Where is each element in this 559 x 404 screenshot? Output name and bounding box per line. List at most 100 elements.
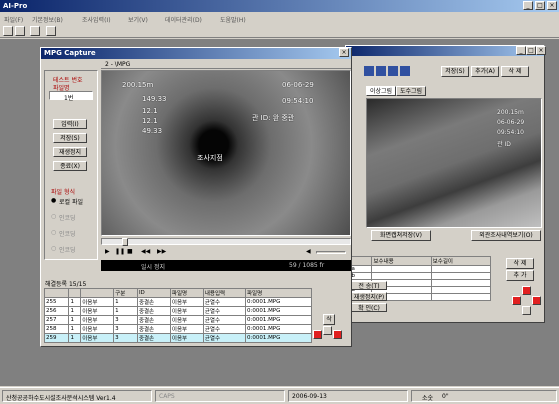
arrow-down-icon[interactable] [522, 306, 531, 315]
menu-file[interactable]: 파일(F) [4, 15, 23, 24]
capture-title-bar: MPG Capture [41, 48, 351, 59]
inspection-max-button[interactable]: □ [526, 46, 536, 55]
close-button[interactable]: × [547, 1, 557, 10]
tab-diagram[interactable]: 도수그림 [396, 86, 426, 96]
capture-window: MPG Capture × 2 - \MPG 테스트 번호 파일명 1번 입력(… [40, 47, 352, 347]
table-row[interactable]: 257 1 이음부 3 중결손 이음부 균열수 0:0001.MPG [43, 315, 313, 325]
arrow-up-icon[interactable] [323, 326, 332, 335]
side-add-button[interactable]: 추 가 [506, 270, 534, 281]
seek-thumb[interactable] [122, 238, 128, 246]
file-tab[interactable]: 2 - \MPG [105, 61, 130, 68]
table-row[interactable]: 1b [345, 272, 492, 280]
play-stop-capture-button[interactable]: 재생정지 [53, 147, 87, 157]
exit-button[interactable]: 종료(X) [53, 161, 87, 171]
save-capture-button[interactable]: 저장(S) [53, 133, 87, 143]
rewind-icon[interactable]: ◀◀ [141, 248, 150, 255]
stop-icon[interactable]: ■ [127, 248, 133, 255]
overlay-center-label: 조사지점 [197, 154, 223, 162]
table-row[interactable]: 259 1 이음부 3 중결손 이음부 균열수 0:0001.MPG [43, 333, 313, 343]
capture-close-button[interactable]: × [339, 48, 349, 57]
table-row[interactable]: 258 1 이음부 3 중결손 이음부 균열수 0:0001.MPG [43, 324, 313, 334]
arrow-left-icon[interactable] [313, 330, 322, 339]
table-row[interactable]: 1a [345, 265, 492, 273]
arrow-right-icon[interactable] [532, 296, 541, 305]
table-row[interactable]: 256 1 이음부 1 중결손 이음부 균열수 0:0001.MPG [43, 306, 313, 316]
overlay-date: 06-06-29 [282, 81, 314, 89]
radio-icon: ○ [51, 229, 57, 236]
overlay-line2: 12.1 [142, 107, 158, 115]
status-zoom-value: 0" [442, 393, 449, 400]
seek-slider[interactable] [101, 238, 351, 246]
direction-pad[interactable] [512, 286, 542, 316]
volume-icon[interactable]: ◀ [306, 248, 311, 255]
table-header: 파일명 [169, 288, 204, 298]
capture-list-table[interactable]: 구분 ID 파일명 내용입력 파일명 255 1 이음부 1 중결손 이음부 균열수 0:00… [43, 288, 313, 343]
arrow-left-icon[interactable] [512, 296, 521, 305]
nav-next-icon[interactable] [388, 66, 398, 76]
status-bar: 산청공공하수도시설조사분석시스템 Ver1.4 CAPS 2006-09-13 … [0, 387, 559, 404]
side-delete-button[interactable]: 삭 제 [506, 258, 534, 269]
send-button[interactable]: 전 송(T) [351, 281, 387, 290]
video-status-bar: 일시 정지 59 / 1085 fr [101, 260, 351, 271]
confirm-button[interactable]: 확 인(C) [351, 303, 387, 312]
table-header: 내용입력 [202, 288, 246, 298]
add-button[interactable]: 추가(A) [471, 66, 499, 77]
file-tab-strip: 2 - \MPG [101, 61, 351, 69]
pause-icon[interactable]: ❚❚ [115, 248, 125, 255]
settings-icon[interactable] [46, 26, 56, 36]
status-zoom-panel: 소숫 0" [411, 390, 557, 402]
nav-last-icon[interactable] [400, 66, 410, 76]
menu-data[interactable]: 데이터관리(D) [165, 15, 202, 24]
list-title: 해결등록 15/15 [45, 281, 87, 288]
menu-info[interactable]: 기본정보(B) [32, 15, 63, 24]
list-delete-button[interactable]: 삭 [323, 314, 335, 325]
capture-left-panel: 테스트 번호 파일명 1번 입력(I) 저장(S) 재생정지 종료(X) 파일 … [44, 70, 98, 260]
arrow-up-icon[interactable] [522, 286, 531, 295]
image-overlay-id: 관 ID [497, 141, 511, 148]
radio-icon: ○ [51, 245, 57, 252]
input-button[interactable]: 입력(I) [53, 119, 87, 129]
inspection-min-button[interactable]: _ [516, 46, 526, 55]
status-app-name: 산청공공하수도시설조사분석시스템 Ver1.4 [6, 395, 116, 402]
inspection-title-bar [346, 46, 544, 56]
playback-status: 일시 정지 [141, 264, 165, 271]
save-icon[interactable] [15, 26, 25, 36]
filename-input[interactable]: 1번 [49, 91, 93, 102]
open-icon[interactable] [3, 26, 13, 36]
maximize-button[interactable]: □ [535, 1, 545, 10]
overlay-time: 09:54:10 [282, 97, 314, 105]
radio-icon: ○ [51, 213, 57, 220]
screen-capture-save-button[interactable]: 화면캡쳐저장(V) [371, 230, 431, 241]
status-date-panel: 2006-09-13 [288, 390, 408, 402]
arrow-right-icon[interactable] [333, 330, 342, 339]
delete-button[interactable]: 삭 제 [501, 66, 529, 77]
minimize-button[interactable]: _ [523, 1, 533, 10]
inspection-close-button[interactable]: × [536, 46, 546, 55]
menu-input[interactable]: 조사입력(I) [82, 15, 111, 24]
table-header: 구분 [113, 288, 138, 298]
app-title: AI-Pro [3, 2, 28, 10]
menu-help[interactable]: 도움말(H) [220, 15, 246, 24]
fast-forward-icon[interactable]: ▶▶ [157, 248, 166, 255]
play-icon[interactable]: ▶ [105, 248, 110, 255]
overlay-line1: 149.33 [142, 95, 167, 103]
table-header: 보수길이 [430, 256, 492, 266]
print-icon[interactable] [30, 26, 40, 36]
tab-anomaly[interactable]: 이상그림 [366, 86, 396, 96]
volume-slider[interactable] [316, 251, 346, 254]
list-direction-pad[interactable] [313, 326, 343, 346]
nav-prev-icon[interactable] [376, 66, 386, 76]
status-caps: CAPS [159, 393, 175, 400]
table-row[interactable]: 255 1 이음부 1 중결손 이음부 균열수 0:0001.MPG [43, 297, 313, 307]
table-header: ID [136, 288, 171, 298]
exterior-details-button[interactable]: 외관조사내역보기(O) [471, 230, 541, 241]
menu-view[interactable]: 보기(V) [128, 15, 148, 24]
app-title-bar: AI-Pro [0, 0, 559, 12]
nav-first-icon[interactable] [364, 66, 374, 76]
capture-title: MPG Capture [44, 49, 96, 57]
image-overlay-time: 09:54:10 [497, 129, 524, 136]
status-app-name-panel: 산청공공하수도시설조사분석시스템 Ver1.4 [2, 390, 152, 402]
save-button[interactable]: 저장(S) [441, 66, 469, 77]
inspection-window: _ □ × 저장(S) 추가(A) 삭 제 이상그림 도수그림 200.15m … [345, 45, 546, 323]
play-stop-button[interactable]: 재생정지(P) [351, 292, 387, 301]
